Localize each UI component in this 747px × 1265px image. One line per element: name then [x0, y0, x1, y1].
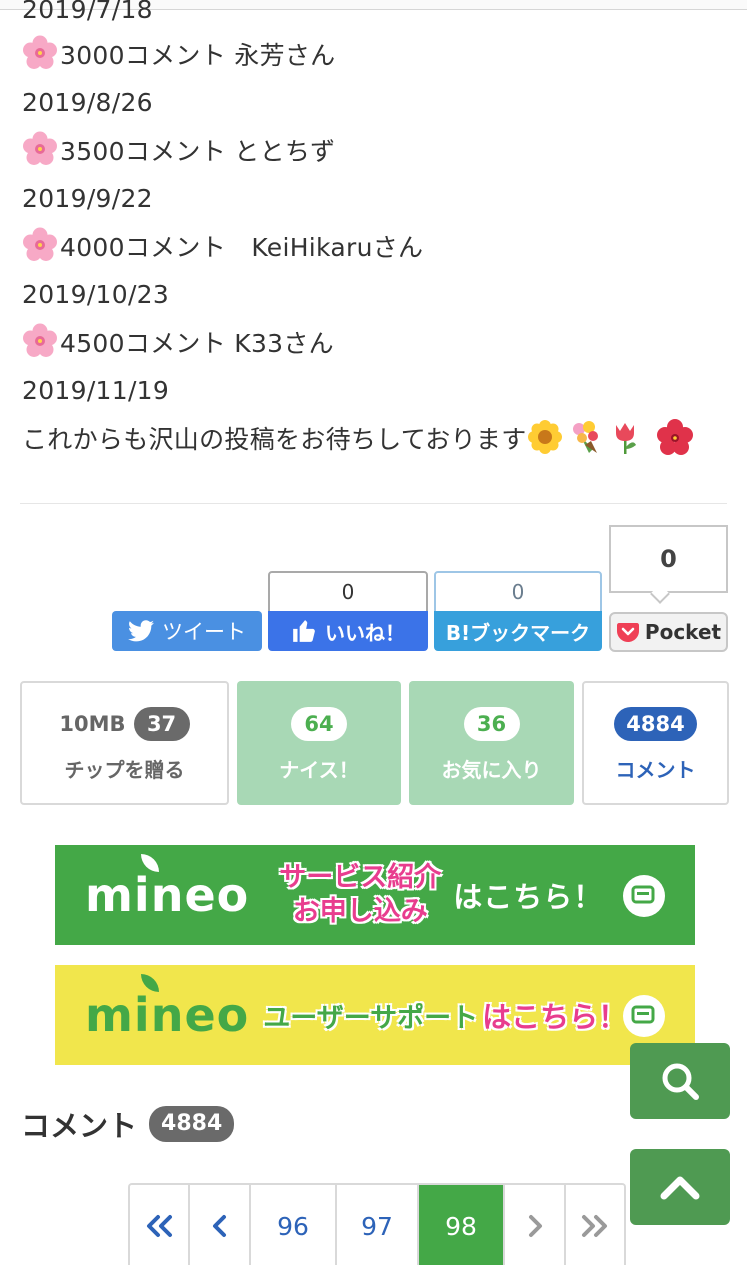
post-date-line: 2019/11/19 — [22, 371, 169, 411]
hatena-bookmark-label: B!ブックマーク — [445, 620, 591, 645]
post-date-line: 2019/8/26 — [22, 83, 153, 123]
facebook-like-count: 0 — [268, 571, 428, 613]
service-banner-line2: お申し込み — [292, 896, 428, 927]
pocket-icon — [616, 623, 639, 642]
favorite-button[interactable]: 36 お気に入り — [409, 681, 574, 805]
pocket-label: Pocket — [644, 620, 722, 644]
pocket-count: 0 — [609, 525, 728, 593]
hibiscus-emoji — [656, 419, 693, 455]
hatena-bookmark-button[interactable]: B!ブックマーク — [434, 611, 602, 651]
chat-bubble-icon — [623, 995, 665, 1037]
bouquet-emoji — [567, 419, 603, 455]
tip-count-badge: 37 — [133, 706, 190, 741]
post-closing-line: これからも沢山の投稿をお待ちしております — [22, 419, 697, 459]
prev-page-button[interactable] — [190, 1185, 251, 1265]
tip-label: チップを贈る — [64, 757, 185, 782]
double-chevron-right-icon — [582, 1215, 607, 1237]
mineo-support-banner[interactable]: mineo ユーザーサポート はこちら！ — [55, 965, 695, 1065]
post-line-text: 2019/9/22 — [22, 184, 153, 213]
mineo-logo: mineo — [85, 974, 249, 1042]
send-tip-button[interactable]: 10MB 37 チップを贈る — [20, 681, 229, 805]
post-line-text: 2019/10/23 — [22, 280, 170, 309]
comment-button[interactable]: 4884 コメント — [582, 681, 729, 805]
cherry-blossom-emoji — [22, 227, 58, 263]
support-banner-cta: はこちら！ — [482, 1000, 628, 1034]
post-closing-text: これからも沢山の投稿をお待ちしております — [22, 425, 527, 454]
post-line-text: 2019/11/19 — [22, 376, 170, 405]
pagination: 96 97 98 — [128, 1183, 626, 1265]
next-page-button[interactable] — [505, 1185, 566, 1265]
post-line-text: 2019/8/26 — [22, 88, 153, 117]
page-button-97[interactable]: 97 — [337, 1185, 419, 1265]
post-comment-milestone: 3500コメント ととちず — [22, 131, 335, 171]
scroll-to-top-button[interactable] — [630, 1149, 730, 1225]
post-line-text: 3500コメント ととちず — [60, 137, 336, 166]
cherry-blossom-emoji — [22, 131, 58, 167]
nice-label: ナイス！ — [279, 757, 359, 782]
cherry-blossom-emoji — [22, 35, 58, 71]
comments-count-badge: 4884 — [149, 1106, 235, 1142]
first-page-button[interactable] — [130, 1185, 190, 1265]
favorite-label: お気に入り — [441, 757, 542, 782]
pocket-button[interactable]: Pocket — [609, 612, 728, 652]
post-line-partial: 2019/7/18 — [22, 0, 153, 24]
tip-amount: 10MB — [59, 711, 126, 736]
nice-count-badge: 64 — [291, 706, 347, 741]
sunflower-emoji — [527, 419, 563, 455]
thumbs-up-icon — [293, 620, 315, 642]
favorite-count-badge: 36 — [463, 706, 520, 741]
post-line-text: 3000コメント 永芳さん — [60, 41, 336, 70]
post-comment-milestone: 4500コメント K33さん — [22, 323, 334, 363]
post-line-text: 4500コメント K33さん — [60, 329, 334, 358]
page-button-98-current[interactable]: 98 — [419, 1185, 505, 1265]
post-line-text: 4000コメント KeiHikaruさん — [60, 233, 424, 262]
last-page-button[interactable] — [566, 1185, 624, 1265]
page-button-96[interactable]: 96 — [251, 1185, 337, 1265]
tweet-button[interactable]: ツイート — [112, 611, 262, 651]
search-button[interactable] — [630, 1043, 730, 1119]
tweet-label: ツイート — [162, 620, 246, 644]
service-banner-line1: サービス紹介 — [279, 862, 442, 893]
cherry-blossom-emoji — [22, 323, 58, 359]
support-banner-text: ユーザーサポート — [263, 1002, 479, 1034]
comments-heading: コメント 4884 — [21, 1103, 235, 1145]
facebook-like-button[interactable]: いいね！ — [268, 611, 428, 651]
twitter-bird-icon — [128, 620, 154, 642]
hatena-bookmark-count: 0 — [434, 571, 602, 613]
comment-count-badge: 4884 — [614, 706, 697, 741]
post-date-line: 2019/10/23 — [22, 275, 169, 315]
search-icon — [662, 1063, 699, 1100]
mineo-logo: mineo — [85, 854, 249, 922]
post-comment-milestone: 4000コメント KeiHikaruさん — [22, 227, 423, 267]
nice-button[interactable]: 64 ナイス！ — [237, 681, 401, 805]
facebook-like-label: いいね！ — [325, 620, 405, 645]
double-chevron-left-icon — [147, 1215, 172, 1237]
tulip-emoji — [607, 419, 643, 455]
comments-title: コメント — [21, 1109, 138, 1143]
chevron-up-icon — [660, 1176, 700, 1200]
chevron-right-icon — [528, 1215, 542, 1237]
chat-bubble-icon — [623, 875, 665, 917]
content-divider — [20, 503, 727, 504]
post-date-line: 2019/9/22 — [22, 179, 153, 219]
post-comment-milestone: 3000コメント 永芳さん — [22, 35, 335, 75]
comment-label: コメント — [615, 757, 696, 782]
chevron-left-icon — [212, 1215, 226, 1237]
mineo-service-banner[interactable]: mineo サービス紹介 お申し込み はこちら！ — [55, 845, 695, 945]
service-banner-cta: はこちら！ — [453, 880, 604, 914]
